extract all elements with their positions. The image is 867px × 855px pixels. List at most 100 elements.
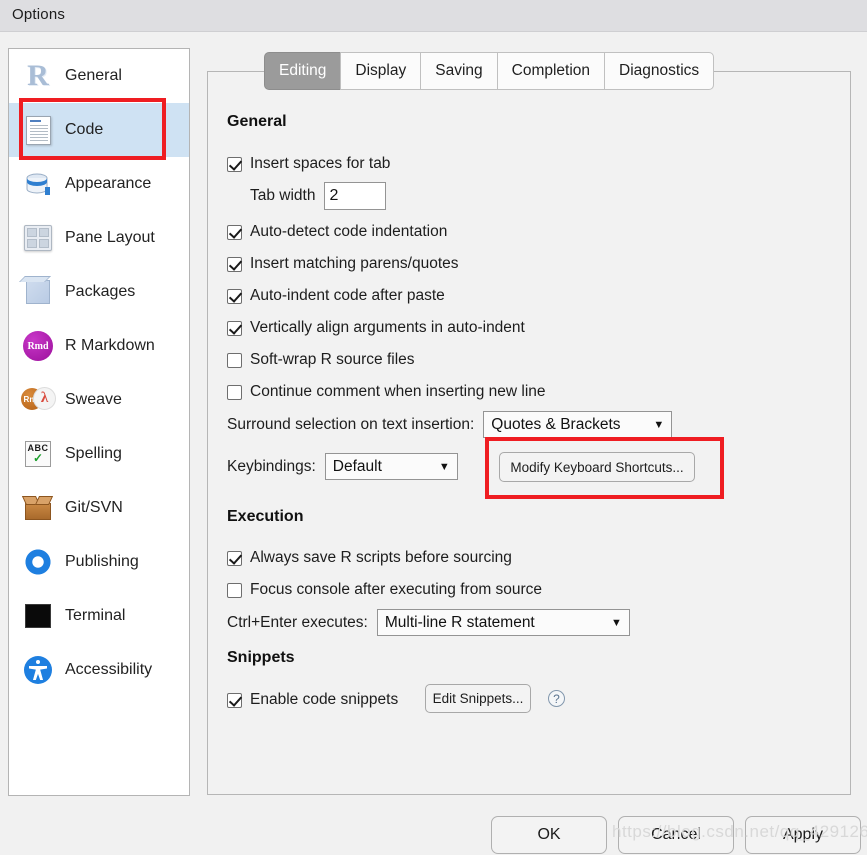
- ctrl-enter-value: Multi-line R statement: [384, 613, 535, 631]
- terminal-black-icon: [21, 599, 55, 633]
- accessibility-icon: [21, 653, 55, 687]
- chevron-down-icon: ▼: [653, 418, 665, 431]
- option-insert-spaces-for-tab[interactable]: Insert spaces for tab: [227, 153, 390, 175]
- tab-saving[interactable]: Saving: [420, 52, 497, 90]
- checkbox-label: Auto-detect code indentation: [250, 223, 448, 240]
- window-title: Options: [12, 6, 66, 23]
- r-logo-icon: R: [21, 59, 55, 93]
- edit-snippets-button[interactable]: Edit Snippets...: [425, 684, 531, 713]
- sidebar-item-label: Accessibility: [65, 661, 153, 678]
- checkbox-always-save-before-sourcing[interactable]: [227, 550, 242, 566]
- sidebar-item-label: General: [65, 67, 122, 84]
- sidebar-item-spelling[interactable]: ABC ✓ Spelling: [9, 427, 189, 481]
- abc-check-icon: ABC ✓: [21, 437, 55, 471]
- option-enable-code-snippets[interactable]: Enable code snippets: [227, 689, 398, 711]
- checkbox-enable-code-snippets[interactable]: [227, 692, 242, 708]
- option-auto-detect-indentation[interactable]: Auto-detect code indentation: [227, 221, 447, 243]
- keybindings-dropdown[interactable]: Default ▼: [324, 453, 458, 480]
- ctrl-enter-label: Ctrl+Enter executes:: [227, 613, 368, 631]
- sidebar-item-label: Code: [65, 121, 104, 138]
- sidebar-item-label: Appearance: [65, 175, 152, 192]
- sidebar-item-label: Packages: [65, 283, 136, 300]
- publish-target-icon: [21, 545, 55, 579]
- surround-selection-label: Surround selection on text insertion:: [227, 415, 475, 433]
- apply-button[interactable]: Apply: [745, 816, 861, 854]
- option-continue-comment[interactable]: Continue comment when inserting new line: [227, 381, 546, 403]
- checkbox-label: Continue comment when inserting new line: [250, 383, 546, 400]
- sidebar-item-label: Spelling: [65, 445, 122, 462]
- tab-completion[interactable]: Completion: [496, 52, 605, 90]
- title-bar: Options: [0, 0, 867, 32]
- tab-width-label: Tab width: [250, 187, 316, 204]
- sidebar-item-accessibility[interactable]: Accessibility: [9, 643, 189, 697]
- option-always-save-before-sourcing[interactable]: Always save R scripts before sourcing: [227, 547, 512, 569]
- checkbox-label: Soft-wrap R source files: [250, 351, 415, 368]
- checkbox-label: Auto-indent code after paste: [250, 287, 445, 304]
- checkbox-auto-indent-after-paste[interactable]: [227, 288, 242, 304]
- sidebar-item-label: Sweave: [65, 391, 122, 408]
- paint-bucket-icon: [21, 167, 55, 201]
- sidebar-item-label: Terminal: [65, 607, 126, 624]
- option-surround-selection[interactable]: Surround selection on text insertion: Qu…: [227, 411, 673, 438]
- checkbox-auto-detect-indentation[interactable]: [227, 224, 242, 240]
- tab-diagnostics[interactable]: Diagnostics: [604, 52, 715, 90]
- surround-selection-value: Quotes & Brackets: [491, 415, 621, 433]
- editing-tab-panel: General Insert spaces for tab Tab width …: [207, 71, 851, 795]
- option-insert-matching-parens[interactable]: Insert matching parens/quotes: [227, 253, 459, 275]
- sidebar-item-packages[interactable]: Packages: [9, 265, 189, 319]
- option-soft-wrap-r-source[interactable]: Soft-wrap R source files: [227, 349, 415, 371]
- help-icon[interactable]: ?: [548, 690, 565, 707]
- checkbox-vertically-align-arguments[interactable]: [227, 320, 242, 336]
- option-keybindings[interactable]: Keybindings: Default ▼: [227, 453, 458, 480]
- checkbox-label: Focus console after executing from sourc…: [250, 581, 543, 598]
- checkbox-label: Vertically align arguments in auto-inden…: [250, 319, 525, 336]
- keybindings-label: Keybindings:: [227, 457, 316, 475]
- checkbox-insert-spaces-for-tab[interactable]: [227, 156, 242, 172]
- option-ctrl-enter-executes[interactable]: Ctrl+Enter executes: Multi-line R statem…: [227, 609, 630, 636]
- option-vertically-align-arguments[interactable]: Vertically align arguments in auto-inden…: [227, 317, 525, 339]
- option-auto-indent-after-paste[interactable]: Auto-indent code after paste: [227, 285, 445, 307]
- rmd-letter-glyph: Rmd: [23, 331, 53, 361]
- tab-display[interactable]: Display: [340, 52, 421, 90]
- sidebar-item-r-markdown[interactable]: Rmd R Markdown: [9, 319, 189, 373]
- sidebar-item-label: R Markdown: [65, 337, 155, 354]
- option-tab-width[interactable]: Tab width 2: [250, 182, 387, 210]
- checkbox-focus-console-after-executing[interactable]: [227, 582, 242, 598]
- pdf-letter-glyph: λ: [40, 390, 49, 406]
- sidebar-item-git-svn[interactable]: Git/SVN: [9, 481, 189, 535]
- chevron-down-icon: ▼: [438, 460, 450, 473]
- package-box-icon: [21, 275, 55, 309]
- section-heading-snippets: Snippets: [227, 649, 295, 666]
- checkbox-insert-matching-parens[interactable]: [227, 256, 242, 272]
- checkbox-label: Enable code snippets: [250, 691, 399, 708]
- cancel-button[interactable]: Cancel: [618, 816, 734, 854]
- checkbox-label: Always save R scripts before sourcing: [250, 549, 512, 566]
- sidebar-item-publishing[interactable]: Publishing: [9, 535, 189, 589]
- sidebar-item-appearance[interactable]: Appearance: [9, 157, 189, 211]
- modify-keyboard-shortcuts-button[interactable]: Modify Keyboard Shortcuts...: [499, 452, 695, 482]
- check-glyph: ✓: [32, 451, 44, 465]
- tab-width-input[interactable]: 2: [324, 182, 387, 210]
- sidebar-item-general[interactable]: R General: [9, 49, 189, 103]
- sweave-pdf-icon: Rnw λ: [21, 383, 56, 417]
- ctrl-enter-dropdown[interactable]: Multi-line R statement ▼: [376, 609, 630, 636]
- sidebar-item-sweave[interactable]: Rnw λ Sweave: [9, 373, 189, 427]
- checkbox-label: Insert matching parens/quotes: [250, 255, 459, 272]
- options-dialog: Options R General Code Appearance Pane L…: [0, 0, 867, 855]
- keybindings-value: Default: [332, 457, 382, 475]
- surround-selection-dropdown[interactable]: Quotes & Brackets ▼: [483, 411, 673, 438]
- checkbox-continue-comment[interactable]: [227, 384, 242, 400]
- tab-editing[interactable]: Editing: [264, 52, 341, 90]
- checkbox-soft-wrap-r-source[interactable]: [227, 352, 242, 368]
- sidebar-item-label: Pane Layout: [65, 229, 155, 246]
- category-sidebar[interactable]: R General Code Appearance Pane Layout Pa…: [8, 48, 190, 796]
- rmd-circle-icon: Rmd: [21, 329, 55, 363]
- ok-button[interactable]: OK: [491, 816, 607, 854]
- section-heading-execution: Execution: [227, 508, 304, 525]
- option-focus-console-after-executing[interactable]: Focus console after executing from sourc…: [227, 579, 542, 601]
- sidebar-item-code[interactable]: Code: [9, 103, 189, 157]
- cardboard-box-icon: [21, 491, 55, 525]
- chevron-down-icon: ▼: [610, 616, 622, 629]
- sidebar-item-pane-layout[interactable]: Pane Layout: [9, 211, 189, 265]
- sidebar-item-terminal[interactable]: Terminal: [9, 589, 189, 643]
